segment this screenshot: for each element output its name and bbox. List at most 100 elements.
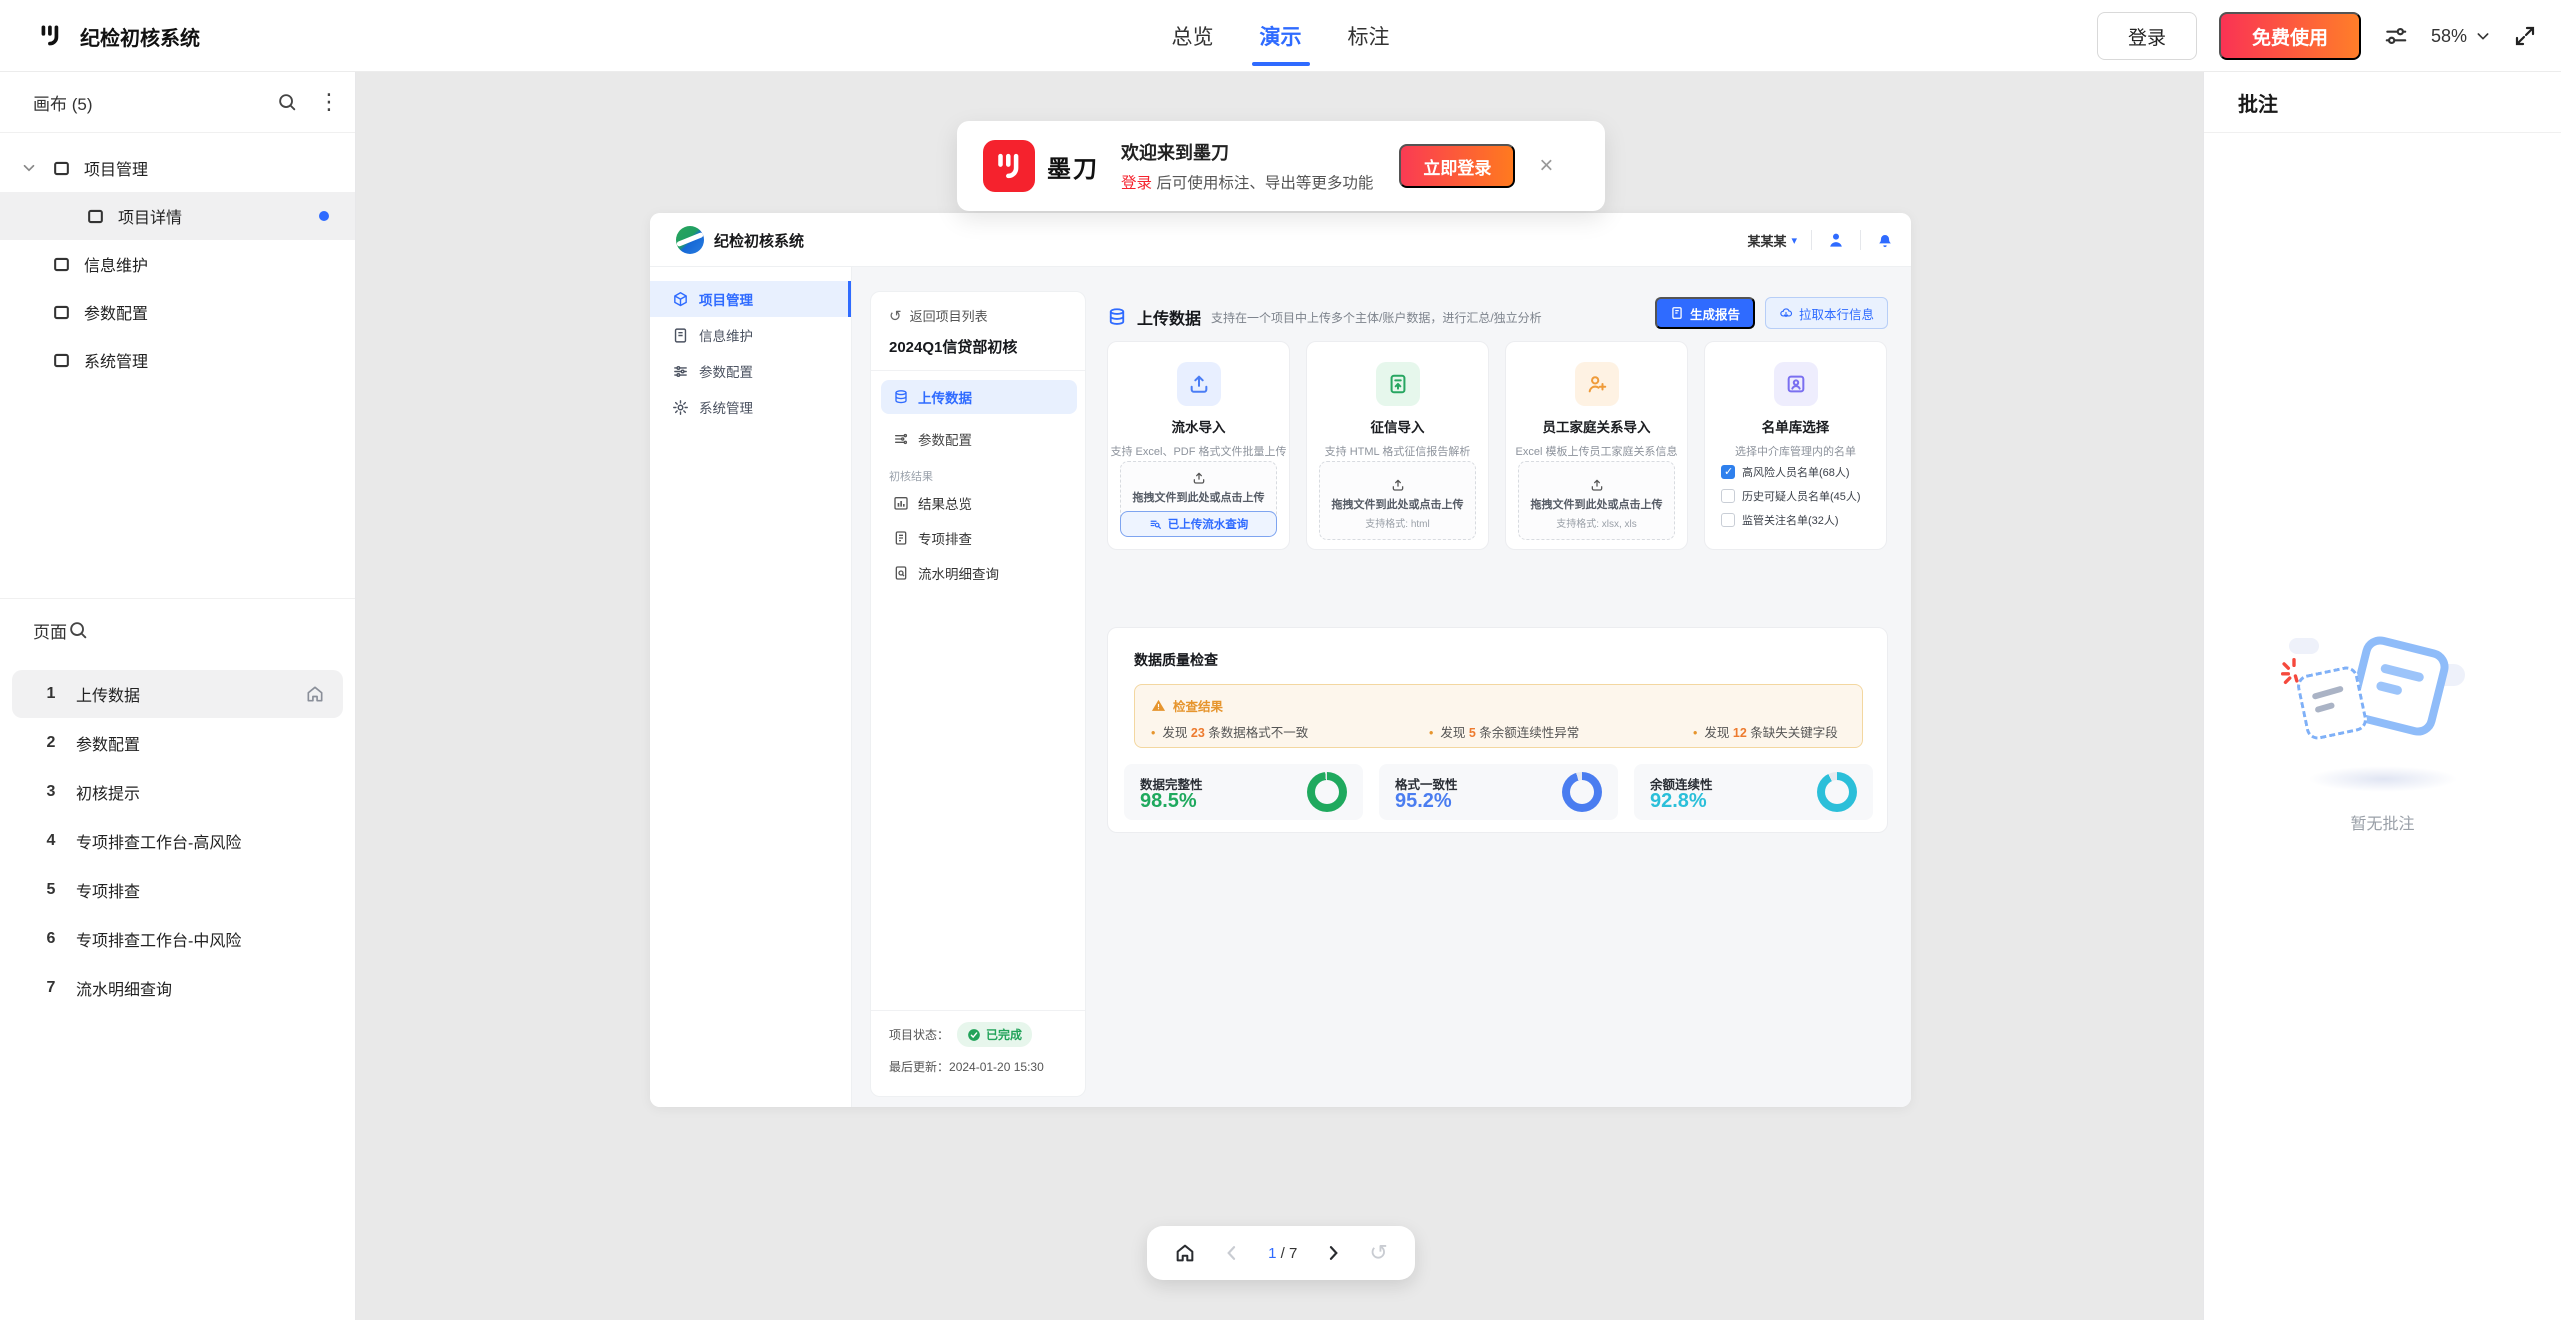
pages-search-icon[interactable] (67, 619, 89, 641)
divider (1811, 230, 1812, 250)
banner-texts: 欢迎来到墨刀 登录 后可使用标注、导出等更多功能 (1121, 139, 1373, 193)
canvas-more-icon[interactable]: ⋮ (318, 89, 340, 115)
prev-page-button[interactable] (1222, 1243, 1242, 1263)
tree-item-project-detail[interactable]: 项目详情 (0, 192, 355, 240)
finding-prefix: 发现 (1440, 726, 1468, 740)
page-item-review-hint[interactable]: 3 初核提示 (12, 768, 343, 816)
option-label: 高风险人员名单(68人) (1742, 464, 1850, 480)
warning-icon (1151, 698, 1166, 713)
preview-nav-label: 系统管理 (699, 397, 753, 417)
metric-value: 92.8% (1650, 790, 1707, 813)
login-button[interactable]: 登录 (2097, 12, 2197, 60)
dropzone[interactable]: 拖拽文件到此处或点击上传 支持格式: xlsx, xls (1518, 461, 1675, 540)
pull-bank-info-button[interactable]: 拉取本行信息 (1765, 297, 1888, 329)
dropzone-text: 拖拽文件到此处或点击上传 (1320, 496, 1475, 512)
preview-username[interactable]: 某某某 (1747, 231, 1786, 250)
cloud-shape (2289, 638, 2319, 654)
status-badge: 已完成 (957, 1022, 1032, 1047)
preview-nav-param-config[interactable]: 参数配置 (650, 353, 851, 389)
zoom-control[interactable]: 58% (2431, 26, 2491, 47)
annotation-panel: 批注 暂无批注 (2203, 72, 2561, 1320)
frame-icon (52, 303, 71, 322)
close-icon[interactable]: × (1539, 154, 1553, 178)
caret-down-icon: ▾ (1791, 234, 1797, 247)
upload-tray-icon (1192, 471, 1206, 485)
chevron-down-icon[interactable] (20, 159, 38, 177)
bell-icon[interactable] (1875, 230, 1895, 250)
dropzone[interactable]: 拖拽文件到此处或点击上传 支持格式: html (1319, 461, 1476, 540)
tab-annotate[interactable]: 标注 (1348, 21, 1390, 51)
option-history-suspect[interactable]: 历史可疑人员名单(45人) (1721, 488, 1861, 504)
back-to-project-list[interactable]: ↺ 返回项目列表 (889, 306, 988, 325)
fullscreen-icon[interactable] (2513, 24, 2537, 48)
preview-nav-info-maintenance[interactable]: 信息维护 (650, 317, 851, 353)
sidebar-divider (0, 598, 355, 599)
pull-bank-info-label: 拉取本行信息 (1799, 304, 1874, 323)
page-item-flow-detail[interactable]: 7 流水明细查询 (12, 964, 343, 1012)
left-sidebar: 画布 (5) ⋮ 项目管理 项目详情 (0, 72, 356, 1320)
project-status-row: 项目状态： 已完成 (889, 1022, 1032, 1047)
page-number: 4 (40, 832, 62, 850)
generate-report-button[interactable]: 生成报告 (1655, 297, 1755, 329)
project-nav-special-check[interactable]: 专项排查 (893, 523, 972, 553)
undo-icon[interactable]: ↺ (1369, 1242, 1387, 1264)
current-page: 1 (1268, 1245, 1276, 1262)
page-label: 专项排查工作台-高风险 (76, 829, 241, 853)
page-item-param-config[interactable]: 2 参数配置 (12, 719, 343, 767)
settings-sliders-icon[interactable] (2383, 23, 2409, 49)
page-item-workbench-mid[interactable]: 6 专项排查工作台-中风险 (12, 915, 343, 963)
app-title: 纪检初核系统 (80, 22, 200, 51)
back-icon: ↺ (889, 307, 902, 325)
tree-item-project-management[interactable]: 项目管理 (0, 144, 355, 192)
tab-overview[interactable]: 总览 (1172, 21, 1214, 51)
preview-nav-label: 信息维护 (699, 325, 753, 345)
home-button[interactable] (1174, 1242, 1196, 1264)
page-number: 7 (40, 979, 62, 997)
check-circle-icon (967, 1028, 981, 1042)
burst-icon (2277, 654, 2311, 688)
uploaded-flow-query-button[interactable]: 已上传流水查询 (1120, 511, 1277, 537)
preview-app-title: 纪检初核系统 (714, 213, 804, 267)
database-icon (893, 389, 909, 405)
tree-item-info-maintenance[interactable]: 信息维护 (0, 240, 355, 288)
sliders-icon (893, 431, 909, 447)
preview-nav-system-management[interactable]: 系统管理 (650, 389, 851, 425)
upload-card-family-import: 员工家庭关系导入 Excel 模板上传员工家庭关系信息 拖拽文件到此处或点击上传… (1505, 341, 1688, 550)
checkbox[interactable] (1721, 513, 1735, 527)
next-page-button[interactable] (1323, 1243, 1343, 1263)
annotation-panel-title: 批注 (2238, 88, 2278, 117)
project-nav-upload-data[interactable]: 上传数据 (881, 380, 1077, 414)
generate-report-label: 生成报告 (1690, 304, 1740, 323)
card-title: 征信导入 (1307, 416, 1488, 436)
design-preview-frame: 纪检初核系统 某某某 ▾ 项目管理 信息维护 (650, 213, 1911, 1107)
cube-icon (672, 291, 689, 308)
page-item-special-check[interactable]: 5 专项排查 (12, 866, 343, 914)
banner-login-link[interactable]: 登录 (1121, 175, 1152, 192)
page-number: 3 (40, 783, 62, 801)
canvas-search-icon[interactable] (276, 91, 298, 113)
project-nav-result-overview[interactable]: 结果总览 (893, 488, 972, 518)
free-use-button[interactable]: 免费使用 (2219, 12, 2361, 60)
checkbox[interactable] (1721, 465, 1735, 479)
tab-demo[interactable]: 演示 (1260, 21, 1302, 51)
tree-item-system-management[interactable]: 系统管理 (0, 336, 355, 384)
project-nav-flow-detail[interactable]: 流水明细查询 (893, 558, 999, 588)
page-item-workbench-high[interactable]: 4 专项排查工作台-高风险 (12, 817, 343, 865)
divider (1860, 230, 1861, 250)
project-nav-param-config[interactable]: 参数配置 (881, 422, 1077, 456)
option-high-risk[interactable]: 高风险人员名单(68人) (1721, 464, 1861, 480)
preview-nav-project-management[interactable]: 项目管理 (650, 281, 851, 317)
page-item-upload-data[interactable]: 1 上传数据 (12, 670, 343, 718)
option-regulator-watch[interactable]: 监管关注名单(32人) (1721, 512, 1861, 528)
page-number: 1 (40, 685, 62, 703)
page-label: 流水明细查询 (76, 976, 172, 1000)
page-label: 上传数据 (76, 682, 140, 706)
tree-item-param-config[interactable]: 参数配置 (0, 288, 355, 336)
empty-text: 暂无批注 (2204, 810, 2561, 834)
checkbox[interactable] (1721, 489, 1735, 503)
preview-content: ↺ 返回项目列表 2024Q1信贷部初核 上传数据 参数配置 初核结果 结果总览 (852, 267, 1911, 1107)
page-number: 5 (40, 881, 62, 899)
upload-card-credit-import: 征信导入 支持 HTML 格式征信报告解析 拖拽文件到此处或点击上传 支持格式:… (1306, 341, 1489, 550)
user-icon[interactable] (1826, 230, 1846, 250)
login-now-button[interactable]: 立即登录 (1399, 144, 1515, 188)
